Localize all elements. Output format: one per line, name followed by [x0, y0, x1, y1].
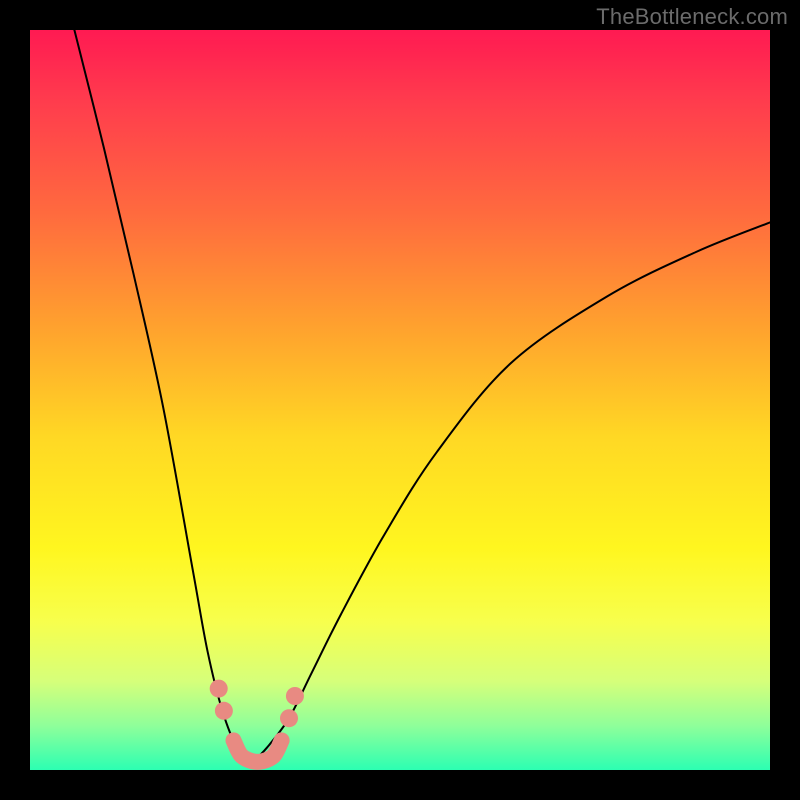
curve-left-branch [74, 30, 252, 763]
bottleneck-curve-svg [30, 30, 770, 770]
marker-dot-left-lower [215, 702, 233, 720]
marker-dot-left-upper [210, 680, 228, 698]
marker-dot-right-lower [280, 709, 298, 727]
chart-frame: TheBottleneck.com [0, 0, 800, 800]
curve-right-branch [252, 222, 770, 762]
valley-marker-worm [234, 740, 282, 761]
marker-dot-right-upper [286, 687, 304, 705]
watermark-text: TheBottleneck.com [596, 4, 788, 30]
plot-area [30, 30, 770, 770]
marker-dots-group [210, 680, 304, 728]
